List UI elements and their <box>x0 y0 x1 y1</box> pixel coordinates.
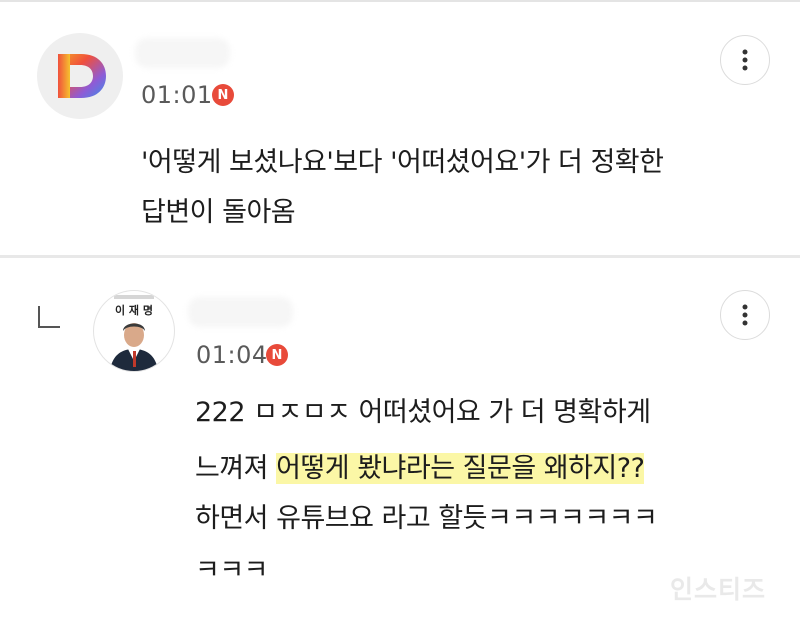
new-badge-icon: N <box>212 84 234 106</box>
reply-time: 01:04 <box>196 341 268 369</box>
username-blurred[interactable] <box>135 38 230 68</box>
more-vertical-icon <box>742 49 748 71</box>
reply-line: 222 ㅁㅈㅁㅈ 어떠셨어요 가 더 명확하게 <box>195 397 651 428</box>
avatar-caption: 이 재 명 <box>115 303 153 317</box>
comment-line: '어떻게 보셨나요'보다 '어떠셨어요'가 더 정확한 <box>141 147 664 178</box>
more-options-button[interactable] <box>720 290 770 340</box>
username-blurred[interactable] <box>188 297 293 327</box>
reply-arrow-icon <box>38 306 60 328</box>
watermark: 인스티즈 <box>670 575 767 604</box>
comment-line: 답변이 돌아옴 <box>141 197 296 228</box>
reply-line: 느껴져 어떻게 봤냐라는 질문을 왜하지?? <box>195 447 645 491</box>
more-vertical-icon <box>742 304 748 326</box>
avatar-lee[interactable]: 이 재 명 <box>93 290 175 372</box>
comment-divider <box>0 255 800 258</box>
avatar-daum[interactable] <box>37 33 123 119</box>
reply-line: ㅋㅋㅋ <box>195 555 269 586</box>
highlighted-text: 어떻게 봤냐라는 질문을 왜하지?? <box>276 453 645 484</box>
reply-line: 하면서 유튜브요 라고 할듯ㅋㅋㅋㅋㅋㅋㅋ <box>195 503 658 534</box>
more-options-button[interactable] <box>720 35 770 85</box>
top-divider <box>0 0 800 2</box>
daum-logo-icon <box>58 54 106 98</box>
new-badge-icon: N <box>266 344 288 366</box>
comment-time: 01:01 <box>141 81 213 109</box>
reply-text: 느껴져 <box>195 453 277 484</box>
profile-photo: 이 재 명 <box>110 295 158 371</box>
